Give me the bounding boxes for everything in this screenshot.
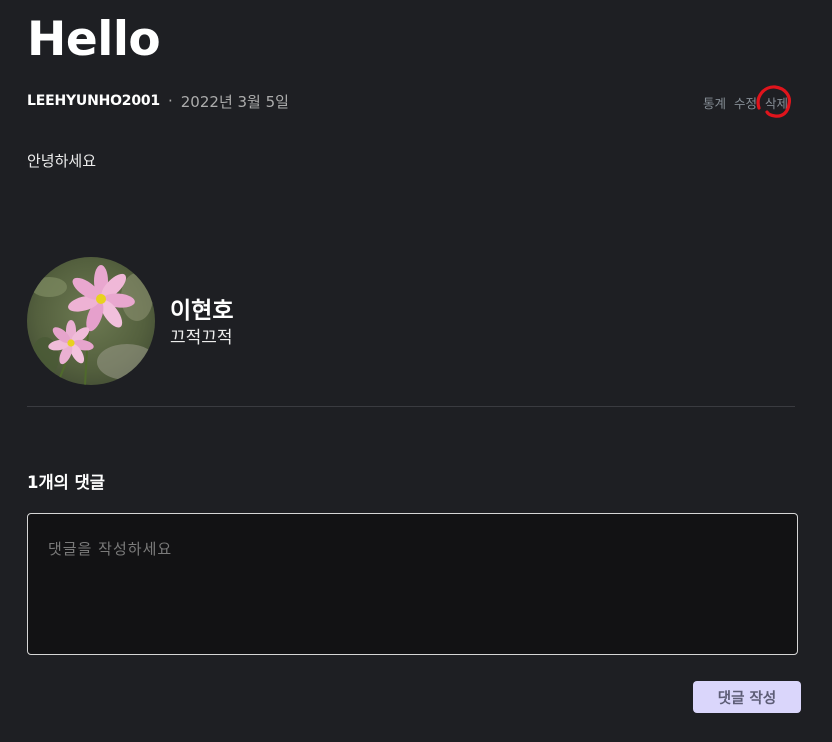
cosmos-flower-photo <box>27 257 155 385</box>
post-body: 안녕하세요 <box>27 152 97 170</box>
post-title: Hello <box>27 12 161 67</box>
post-meta: LEEHYUNHO2001 · 2022년 3월 5일 <box>27 90 289 112</box>
profile-bio: 끄적끄적 <box>170 328 233 348</box>
edit-button[interactable]: 수정 <box>734 93 757 112</box>
delete-button[interactable]: 삭제 <box>765 93 788 112</box>
post-page: Hello LEEHYUNHO2001 · 2022년 3월 5일 통계 수정 … <box>0 0 832 742</box>
comment-input[interactable] <box>27 513 798 655</box>
post-actions: 통계 수정 삭제 <box>703 93 788 112</box>
post-date: 2022년 3월 5일 <box>180 92 289 111</box>
author-profile: 이현호 끄적끄적 <box>27 257 233 385</box>
profile-info: 이현호 끄적끄적 <box>170 296 233 350</box>
comments-count: 1개의 댓글 <box>27 473 105 492</box>
author-link[interactable]: LEEHYUNHO2001 <box>27 93 160 109</box>
submit-comment-button[interactable]: 댓글 작성 <box>693 681 801 713</box>
meta-separator: · <box>167 92 173 110</box>
divider <box>27 406 795 407</box>
avatar[interactable] <box>27 257 155 385</box>
profile-name[interactable]: 이현호 <box>170 296 233 326</box>
stats-button[interactable]: 통계 <box>703 93 726 112</box>
